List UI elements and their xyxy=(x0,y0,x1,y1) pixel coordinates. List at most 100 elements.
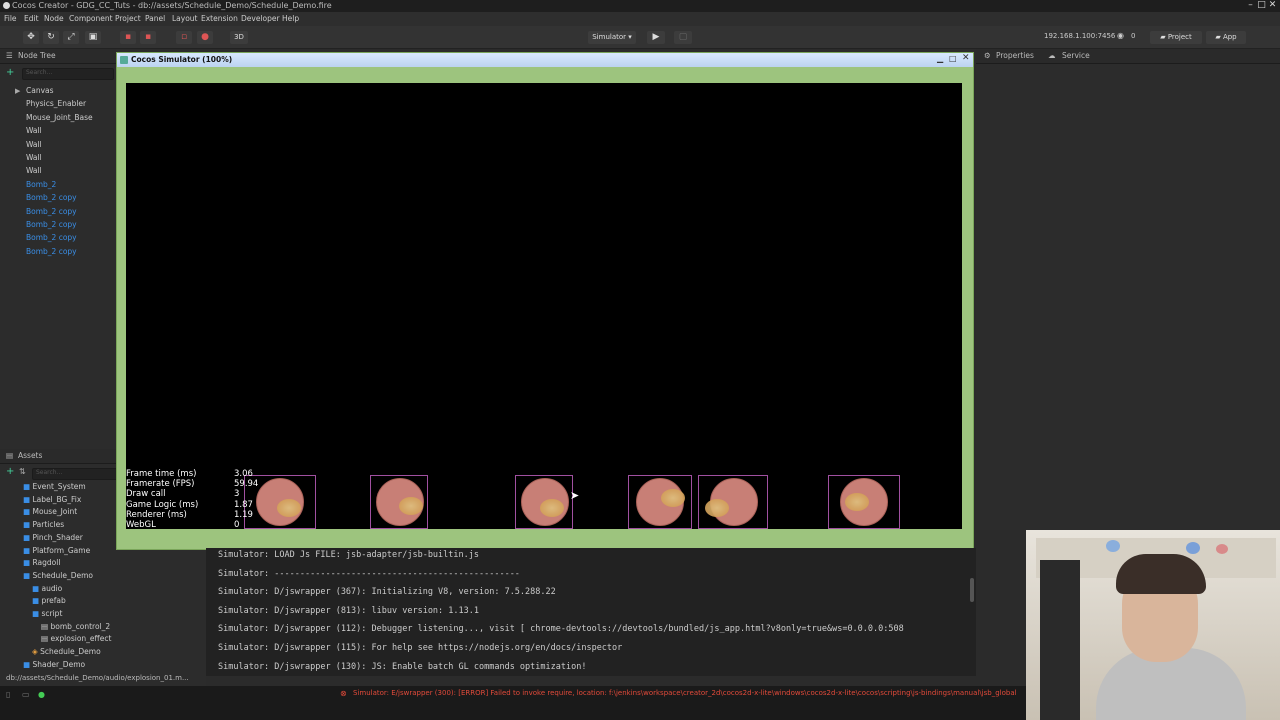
mouse-cursor-icon: ➤ xyxy=(570,489,580,502)
assets-icon: ▤ xyxy=(6,451,14,460)
node-tree-item[interactable]: Bomb_2 xyxy=(26,180,56,189)
tab-service[interactable]: Service xyxy=(1062,51,1090,60)
asset-search-placeholder: Search... xyxy=(36,469,63,476)
ip-address: 192.168.1.100:7456 xyxy=(1044,32,1116,40)
menu-component[interactable]: Component xyxy=(69,14,113,23)
expand-arrow-icon[interactable]: ▶ xyxy=(15,87,20,95)
sim-minimize-icon[interactable]: ▁ xyxy=(937,54,943,63)
align-icon[interactable]: ▫ xyxy=(176,31,192,44)
asset-item[interactable]: ■ prefab xyxy=(32,596,66,605)
assets-title: Assets xyxy=(18,451,43,460)
asset-item-label: bomb_control_2 xyxy=(50,621,111,631)
asset-item[interactable]: ■ Platform_Game xyxy=(23,546,90,555)
play-icon[interactable]: ▶ xyxy=(647,31,665,44)
tab-properties[interactable]: Properties xyxy=(996,51,1034,60)
node-search-input[interactable]: Search... xyxy=(22,68,114,80)
wifi-count: 0 xyxy=(1131,32,1136,40)
node-tree-item[interactable]: Wall xyxy=(26,166,42,175)
node-tree-header: ☰ Node Tree xyxy=(0,49,116,64)
rotate-tool-icon[interactable]: ↻ xyxy=(43,31,59,44)
webcam-overlay xyxy=(1026,530,1280,720)
console-scrollbar[interactable] xyxy=(970,578,974,602)
sim-close-icon[interactable]: ✕ xyxy=(962,53,970,63)
asset-item[interactable]: ■ Pinch_Shader xyxy=(23,533,83,542)
node-tree-item[interactable]: Canvas xyxy=(26,86,54,95)
asset-item[interactable]: ◈ Schedule_Demo xyxy=(32,647,101,656)
asset-item[interactable]: ■ Event_System xyxy=(23,482,86,491)
node-tree-item[interactable]: Bomb_2 copy xyxy=(26,233,77,242)
menu-layout[interactable]: Layout xyxy=(172,14,198,23)
stat-value: 3.06 xyxy=(234,469,253,479)
rect-tool-icon[interactable]: ▣ xyxy=(85,31,101,44)
node-tree-title: Node Tree xyxy=(18,51,56,60)
console-line: Simulator: D/jswrapper (112): Debugger l… xyxy=(218,624,904,635)
properties-header: ⚙ Properties ☁ Service xyxy=(976,49,1280,64)
asset-item[interactable]: ▤ bomb_control_2 xyxy=(41,622,110,631)
stat-value: 59.94 xyxy=(234,479,259,490)
asset-item[interactable]: ■ Schedule_Demo xyxy=(23,571,93,580)
bomb-sprite[interactable] xyxy=(636,478,685,526)
menu-panel[interactable]: Panel xyxy=(145,14,165,23)
asset-search-input[interactable]: Search... xyxy=(32,468,118,480)
mode-3d-button[interactable]: 3D xyxy=(230,31,248,44)
bomb-sprite[interactable] xyxy=(705,478,758,526)
asset-item[interactable]: ■ Shader_Demo xyxy=(23,660,85,669)
asset-item[interactable]: ■ audio xyxy=(32,584,62,593)
project-button[interactable]: ▰ Project xyxy=(1150,31,1202,44)
asset-item[interactable]: ■ Mouse_Joint xyxy=(23,507,77,516)
simulator-window: Cocos Simulator (100%) ▁ □ ✕ ➤ Frame tim… xyxy=(116,52,974,550)
simulator-titlebar: Cocos Simulator (100%) ▁ □ ✕ xyxy=(117,53,973,67)
bomb-sprite[interactable] xyxy=(521,478,569,526)
simulator-dropdown[interactable]: Simulator ▾ xyxy=(588,31,636,44)
console-panel: Simulator: LOAD Js FILE: jsb-adapter/jsb… xyxy=(206,548,976,676)
console-line: Simulator: D/jswrapper (813): libuv vers… xyxy=(218,605,479,616)
node-tree-item[interactable]: Physics_Enabler xyxy=(26,99,86,108)
asset-item[interactable]: ■ Ragdoll xyxy=(23,558,60,567)
service-icon: ☁ xyxy=(1048,51,1056,60)
node-tree-item[interactable]: Bomb_2 copy xyxy=(26,207,77,216)
asset-item[interactable]: ■ script xyxy=(32,609,62,618)
asset-item-label: explosion_effect xyxy=(50,634,112,644)
pivot-icon[interactable]: ▪ xyxy=(120,31,136,44)
node-tree-item[interactable]: Bomb_2 copy xyxy=(26,247,77,256)
close-icon[interactable]: ✕ xyxy=(1267,0,1278,11)
maximize-icon[interactable]: □ xyxy=(1256,0,1267,11)
node-tree-item[interactable]: Bomb_2 copy xyxy=(26,193,77,202)
node-tree-item[interactable]: Wall xyxy=(26,126,42,135)
minimize-icon[interactable]: – xyxy=(1245,0,1256,11)
menu-node[interactable]: Node xyxy=(44,14,64,23)
bomb-sprite[interactable] xyxy=(840,478,888,526)
sim-maximize-icon[interactable]: □ xyxy=(949,54,957,63)
stat-value: 0 xyxy=(234,520,240,530)
game-canvas[interactable]: ➤ Frame time (ms) 3.06 Framerate (FPS) 59.9… xyxy=(126,83,962,530)
node-tree-item[interactable]: Wall xyxy=(26,153,42,162)
add-asset-icon[interactable]: + xyxy=(6,466,14,477)
bomb-sprite[interactable] xyxy=(256,478,304,526)
menu-developer[interactable]: Developer xyxy=(241,14,280,23)
menu-help[interactable]: Help xyxy=(282,14,299,23)
app-button-label: App xyxy=(1222,33,1237,41)
pause-icon[interactable]: ▢ xyxy=(674,31,692,44)
scale-tool-icon[interactable]: ⤢ xyxy=(63,31,79,44)
bomb-sprite[interactable] xyxy=(376,478,424,526)
asset-item[interactable]: ▤ explosion_effect xyxy=(41,634,111,643)
menu-edit[interactable]: Edit xyxy=(24,14,39,23)
asset-item-label: Platform_Game xyxy=(32,545,91,555)
asset-item[interactable]: ■ Label_BG_Fix xyxy=(23,495,81,504)
asset-item-label: prefab xyxy=(41,596,66,606)
node-tree-item[interactable]: Bomb_2 copy xyxy=(26,220,77,229)
app-button[interactable]: ▰ App xyxy=(1206,31,1246,44)
menu-file[interactable]: File xyxy=(4,14,17,23)
status-error-message[interactable]: Simulator: E/jswrapper (300): [ERROR] Fa… xyxy=(353,689,1025,697)
sort-icon[interactable]: ⇅ xyxy=(19,467,26,476)
node-tree-item[interactable]: Mouse_Joint_Base xyxy=(26,113,93,122)
add-node-icon[interactable]: + xyxy=(6,67,14,78)
menu-extension[interactable]: Extension xyxy=(201,14,238,23)
node-tree-item[interactable]: Wall xyxy=(26,140,42,149)
asset-item[interactable]: ■ Particles xyxy=(23,520,64,529)
menu-project[interactable]: Project xyxy=(115,14,141,23)
snap-icon[interactable]: ● xyxy=(197,31,213,44)
move-tool-icon[interactable]: ✥ xyxy=(23,31,39,44)
mobile-icon: ▯ xyxy=(6,690,11,699)
local-icon[interactable]: ▪ xyxy=(140,31,156,44)
